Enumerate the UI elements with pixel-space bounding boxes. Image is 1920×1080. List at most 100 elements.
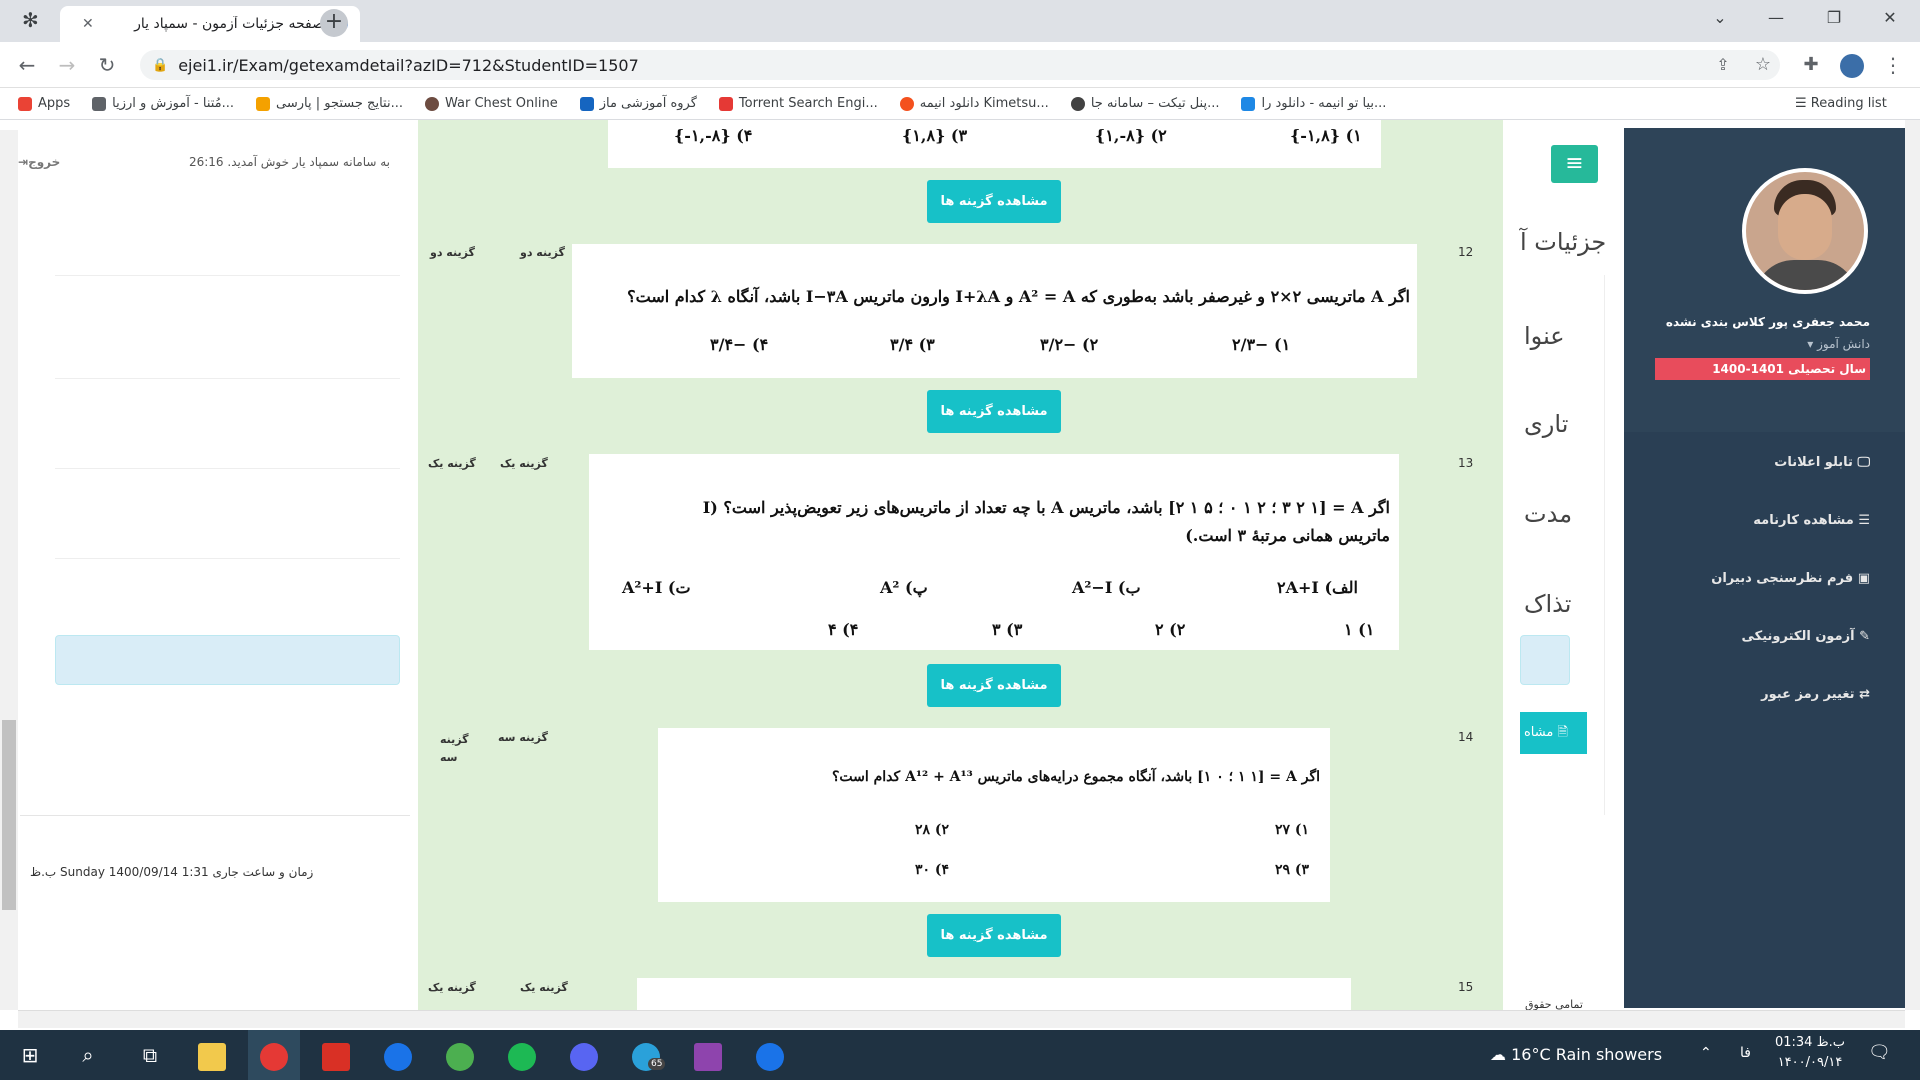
field-label-title: عنوا bbox=[1524, 322, 1565, 350]
view-options-button[interactable]: مشاهده گزینه ها bbox=[927, 914, 1061, 957]
student-answer: گزینه یک bbox=[520, 981, 568, 994]
language-indicator[interactable]: فا bbox=[1740, 1045, 1751, 1061]
question-card bbox=[658, 728, 1330, 902]
bookmark-favicon-icon bbox=[424, 96, 439, 111]
windows-start-icon[interactable]: ⊞ bbox=[4, 1030, 56, 1080]
user-role-dropdown[interactable]: دانش آموز ▾ bbox=[1640, 337, 1870, 351]
close-window-icon[interactable]: ✕ bbox=[1862, 0, 1918, 36]
question-number: 13 bbox=[1458, 456, 1474, 470]
back-icon[interactable]: ← bbox=[12, 50, 42, 80]
info-alert-right bbox=[1520, 635, 1570, 685]
student-answer: گزینه سه bbox=[498, 731, 548, 744]
correct-answer: گزینه یک bbox=[428, 457, 476, 470]
correct-answer: گزینه سه bbox=[440, 733, 469, 764]
file-explorer-icon[interactable] bbox=[186, 1030, 238, 1080]
telegram-icon[interactable]: 65 bbox=[620, 1030, 672, 1080]
sub-item: ب) A²−I bbox=[1072, 578, 1141, 597]
id-card-icon: ▣ bbox=[1857, 571, 1870, 586]
option-3: ۳) ۳/۴ bbox=[890, 335, 935, 354]
question-number: 15 bbox=[1458, 980, 1474, 994]
bookmark-item[interactable]: پنل تیکت – سامانه جا... bbox=[1070, 96, 1219, 111]
view-options-button[interactable]: مشاهده گزینه ها bbox=[927, 664, 1061, 707]
bookmark-item[interactable]: War Chest Online bbox=[424, 96, 558, 111]
bookmark-item[interactable]: Apps bbox=[18, 96, 70, 111]
sub-item: ت) A²+I bbox=[622, 578, 691, 597]
spotify-icon[interactable] bbox=[496, 1030, 548, 1080]
bookmark-item[interactable]: Torrent Search Engi... bbox=[718, 96, 878, 111]
view-details-button[interactable]: مشاه 🗎 bbox=[1520, 712, 1587, 754]
option-1: ۱) −۲/۳ bbox=[1232, 335, 1291, 354]
page-title-partial: جزئیات آ bbox=[1520, 228, 1607, 256]
horizontal-scrollbar[interactable] bbox=[18, 1010, 1905, 1028]
vertical-scrollbar[interactable] bbox=[1905, 120, 1920, 1010]
extensions-icon[interactable]: ✚ bbox=[1796, 50, 1826, 80]
app-icon[interactable] bbox=[744, 1030, 796, 1080]
search-icon[interactable]: ⌕ bbox=[62, 1030, 114, 1080]
question-text: اگر A = [۱ ۱ ؛ ۰ ۱] باشد، آنگاه مجموع در… bbox=[831, 769, 1320, 785]
app-icon[interactable] bbox=[372, 1030, 424, 1080]
new-tab-button[interactable]: + bbox=[320, 9, 348, 37]
logout-link[interactable]: ⇥خروج bbox=[18, 155, 60, 169]
chrome-icon[interactable] bbox=[248, 1030, 300, 1080]
bookmark-favicon-icon bbox=[92, 96, 107, 111]
left-scrollbar-thumb[interactable] bbox=[2, 720, 16, 910]
field-label-date: تاری bbox=[1524, 410, 1569, 438]
reading-list-button[interactable]: ☰ Reading list bbox=[1795, 96, 1887, 111]
option-3: ۳) ۳ bbox=[992, 620, 1023, 639]
correct-answer: گزینه دو bbox=[430, 246, 475, 259]
browser-tab[interactable]: ✕ صفحه جزئیات آزمون - سمپاد یار bbox=[60, 6, 360, 42]
vpn-icon[interactable] bbox=[434, 1030, 486, 1080]
option-4: ۴) ۴ bbox=[828, 620, 859, 639]
sidebar-item-change-password[interactable]: ⇄ تغییر رمز عبور bbox=[1640, 687, 1870, 702]
details-panel-left bbox=[55, 275, 400, 795]
hamburger-menu-icon[interactable]: ≡ bbox=[1551, 145, 1598, 183]
tab-close-icon[interactable]: ✕ bbox=[82, 16, 94, 32]
field-label-notes: تذاک bbox=[1524, 590, 1572, 618]
notifications-icon[interactable]: 🗨 bbox=[1868, 1042, 1891, 1063]
exchange-icon: ⇄ bbox=[1859, 687, 1870, 702]
bookmark-star-icon[interactable]: ☆ bbox=[1748, 50, 1778, 80]
sidebar-item-online-exam[interactable]: ✎ آزمون الکترونیکی bbox=[1640, 629, 1870, 644]
question-text: اگر A = [۳ ۲ ۱ ؛ ۲ ۱ ۰ ؛ ۵ ۱ ۲] باشد، ما… bbox=[702, 498, 1390, 545]
bookmark-item[interactable]: دانلود انیمه Kimetsu... bbox=[899, 96, 1049, 111]
reload-icon[interactable]: ↻ bbox=[92, 50, 122, 80]
edit-icon: ✎ bbox=[1859, 629, 1870, 644]
info-alert bbox=[55, 635, 400, 685]
logout-icon: ⇥ bbox=[18, 155, 29, 169]
profile-avatar-icon[interactable] bbox=[1840, 54, 1864, 78]
address-bar[interactable]: 🔒 ejei1.ir/Exam/getexamdetail?azID=712&S… bbox=[140, 50, 1780, 80]
clock[interactable]: 01:34 ب.ظ ۱۴۰۰/۰۹/۱۴ bbox=[1770, 1033, 1850, 1073]
chrome-menu-icon[interactable]: ✻ bbox=[22, 8, 39, 32]
tray-chevron-icon[interactable]: ⌃ bbox=[1700, 1045, 1712, 1061]
task-view-icon[interactable]: ⧉ bbox=[124, 1030, 176, 1080]
forward-icon[interactable]: → bbox=[52, 50, 82, 80]
restore-icon[interactable]: ❐ bbox=[1806, 0, 1862, 36]
option-2: ۲) −۳/۲ bbox=[1040, 335, 1099, 354]
view-options-button[interactable]: مشاهده گزینه ها bbox=[927, 180, 1061, 223]
user-name: محمد جعفری پور کلاس بندی نشده bbox=[1665, 315, 1870, 329]
minimize-icon[interactable]: — bbox=[1748, 0, 1804, 36]
option-4: ۴) {۸-,۱-} bbox=[674, 126, 753, 145]
tab-search-icon[interactable]: ⌄ bbox=[1692, 0, 1748, 36]
sidebar-item-notice-board[interactable]: 🖵 تابلو اعلانات bbox=[1640, 455, 1870, 470]
weather-widget[interactable]: ☁ 16°C Rain showers bbox=[1490, 1045, 1662, 1064]
visual-studio-icon[interactable] bbox=[682, 1030, 734, 1080]
option-4: ۴) −۳/۴ bbox=[710, 335, 769, 354]
kebab-menu-icon[interactable]: ⋮ bbox=[1878, 50, 1908, 80]
divider bbox=[55, 468, 400, 469]
share-icon[interactable]: ⇪ bbox=[1708, 50, 1738, 80]
view-options-button[interactable]: مشاهده گزینه ها bbox=[927, 390, 1061, 433]
bookmark-item[interactable]: نتایج جستجو | پارسی... bbox=[256, 96, 403, 111]
bookmark-item[interactable]: بیا تو انیمه - دانلود را... bbox=[1241, 96, 1386, 111]
sidebar-item-report-card[interactable]: ☰ مشاهده کارنامه bbox=[1640, 513, 1870, 528]
cloud-rain-icon: ☁ bbox=[1490, 1045, 1512, 1064]
bookmark-item[interactable]: مُتنا - آموزش و ارزیا... bbox=[92, 96, 234, 111]
sidebar-item-teacher-survey[interactable]: ▣ فرم نظرسنجی دبیران bbox=[1640, 571, 1870, 586]
discord-icon[interactable] bbox=[558, 1030, 610, 1080]
option-2: ۲) ۲۸ bbox=[915, 822, 950, 838]
bookmark-item[interactable]: گروه آموزشی ماز bbox=[579, 96, 697, 111]
sub-item: الف) ۲A+I bbox=[1277, 578, 1358, 597]
gmail-icon[interactable] bbox=[310, 1030, 362, 1080]
lock-icon: 🔒 bbox=[152, 57, 169, 73]
apps-grid-icon bbox=[18, 96, 32, 111]
